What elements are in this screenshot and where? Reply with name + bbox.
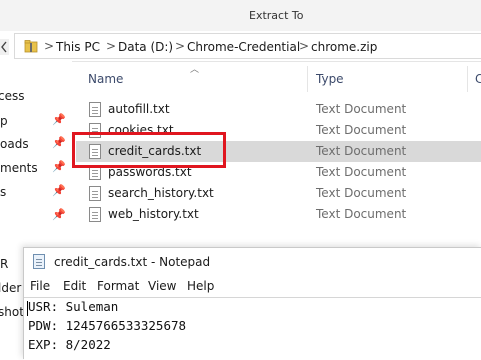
file-type: Text Document bbox=[316, 207, 407, 221]
nav-item-downloads[interactable]: oads bbox=[0, 137, 29, 151]
notepad-window: credit_cards.txt - Notepad File Edit For… bbox=[23, 247, 481, 360]
title-bar: Extract To bbox=[0, 0, 481, 31]
file-name: search_history.txt bbox=[108, 186, 214, 200]
pin-icon: 📌 bbox=[52, 160, 66, 173]
notepad-icon bbox=[33, 254, 45, 269]
text-file-icon bbox=[89, 207, 101, 222]
menu-edit[interactable]: Edit bbox=[63, 279, 86, 293]
pin-icon: 📌 bbox=[52, 136, 66, 149]
highlight-annotation-box bbox=[72, 132, 226, 168]
column-header-type[interactable]: Type bbox=[316, 72, 344, 86]
file-name: web_history.txt bbox=[108, 207, 199, 221]
column-header-compressed-size[interactable]: C bbox=[475, 72, 481, 86]
nav-item-pr[interactable]: R bbox=[0, 257, 8, 271]
file-type: Text Document bbox=[316, 123, 407, 137]
breadcrumb-separator: > bbox=[106, 39, 117, 53]
text-file-icon bbox=[89, 102, 101, 117]
breadcrumb-chrome-zip[interactable]: chrome.zip bbox=[311, 40, 377, 54]
pin-icon: 📌 bbox=[52, 208, 66, 221]
nav-item-pictures[interactable]: s bbox=[0, 185, 6, 199]
menu-file[interactable]: File bbox=[30, 279, 50, 293]
nav-item-screenshots[interactable]: shot bbox=[0, 305, 24, 319]
file-type: Text Document bbox=[316, 186, 407, 200]
breadcrumb-separator: > bbox=[44, 39, 55, 53]
nav-item-quick-access[interactable]: cess bbox=[0, 89, 24, 103]
menu-view[interactable]: View bbox=[148, 279, 176, 293]
file-row-web-history[interactable]: web_history.txt Text Document bbox=[76, 204, 481, 225]
address-box[interactable]: > This PC > Data (D:) > Chrome-Credentia… bbox=[14, 33, 481, 59]
column-header-name[interactable]: Name bbox=[88, 72, 123, 86]
sort-ascending-icon: ︿ bbox=[190, 65, 200, 75]
extract-to-tab[interactable]: Extract To bbox=[249, 9, 303, 22]
breadcrumb-this-pc[interactable]: This PC bbox=[56, 40, 100, 54]
breadcrumb-separator: > bbox=[175, 39, 186, 53]
file-type: Text Document bbox=[316, 102, 407, 116]
breadcrumb-data-d[interactable]: Data (D:) bbox=[118, 40, 173, 54]
nav-item-folder[interactable]: lder bbox=[0, 281, 21, 295]
file-type: Text Document bbox=[316, 144, 407, 158]
nav-item-desktop[interactable]: p bbox=[0, 114, 8, 128]
text-line-card-number: PDW: 1245766533325678 bbox=[28, 318, 187, 333]
nav-back-edge-icon[interactable] bbox=[0, 39, 9, 55]
notepad-text-area[interactable]: USR: Suleman PDW: 1245766533325678 EXP: … bbox=[24, 297, 481, 360]
zip-folder-icon bbox=[24, 40, 38, 53]
breadcrumb-chrome-credential[interactable]: Chrome-Credential bbox=[187, 40, 300, 54]
pin-icon: 📌 bbox=[52, 113, 66, 126]
column-divider[interactable] bbox=[307, 66, 308, 92]
pin-icon: 📌 bbox=[52, 184, 66, 197]
notepad-menu-bar: File Edit Format View Help bbox=[24, 278, 481, 296]
text-line-user: USR: Suleman bbox=[28, 299, 119, 314]
file-row-autofill[interactable]: autofill.txt Text Document bbox=[76, 99, 481, 120]
file-type: Text Document bbox=[316, 165, 407, 179]
file-row-search-history[interactable]: search_history.txt Text Document bbox=[76, 183, 481, 204]
notepad-title: credit_cards.txt - Notepad bbox=[54, 255, 211, 269]
column-divider[interactable] bbox=[467, 66, 468, 92]
text-file-icon bbox=[89, 186, 101, 201]
file-name: autofill.txt bbox=[108, 102, 170, 116]
navigation-pane: cess p 📌 oads 📌 ments 📌 s 📌 📌 olor-corre… bbox=[0, 61, 72, 251]
nav-item-documents[interactable]: ments bbox=[0, 161, 38, 175]
menu-format[interactable]: Format bbox=[97, 279, 139, 293]
menu-help[interactable]: Help bbox=[187, 279, 214, 293]
address-bar: > This PC > Data (D:) > Chrome-Credentia… bbox=[0, 31, 481, 62]
text-line-expiry: EXP: 8/2022 bbox=[28, 337, 111, 352]
breadcrumb-separator: > bbox=[299, 39, 310, 53]
notepad-title-bar[interactable]: credit_cards.txt - Notepad bbox=[24, 248, 481, 275]
